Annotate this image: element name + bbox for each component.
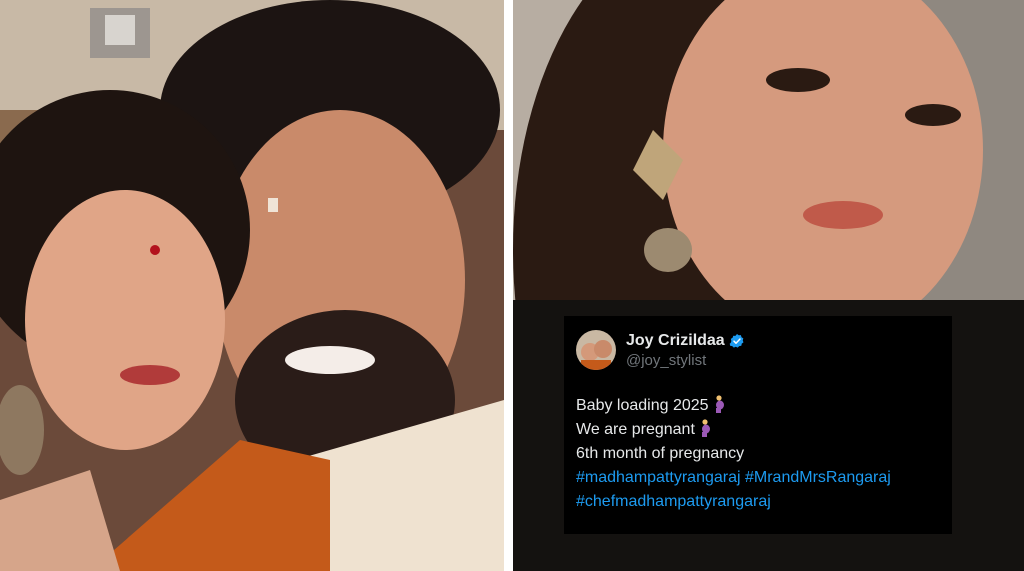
pregnant-woman-emoji-icon bbox=[701, 419, 710, 437]
tweet-line: Baby loading 2025 bbox=[576, 394, 940, 418]
tweet-user-info: Joy Crizildaa @joy_stylist bbox=[626, 332, 745, 369]
hashtag-link[interactable]: #chefmadhampattyrangaraj bbox=[576, 490, 940, 514]
name-row: Joy Crizildaa bbox=[626, 332, 745, 350]
hashtag-link[interactable]: #madhampattyrangaraj #MrandMrsRangaraj bbox=[576, 466, 940, 490]
tweet-line: 6th month of pregnancy bbox=[576, 445, 745, 462]
tweet-card: Joy Crizildaa @joy_stylist Baby loading … bbox=[564, 316, 952, 534]
avatar[interactable] bbox=[576, 330, 616, 370]
verified-badge-icon bbox=[729, 333, 744, 348]
display-name[interactable]: Joy Crizildaa bbox=[626, 332, 725, 350]
user-handle[interactable]: @joy_stylist bbox=[626, 352, 745, 369]
tweet-text: Baby loading 2025 We are pregnant 6th mo… bbox=[576, 394, 940, 514]
photo-divider bbox=[504, 0, 513, 571]
tweet-line: We are pregnant bbox=[576, 418, 940, 442]
tweet-header: Joy Crizildaa @joy_stylist bbox=[576, 330, 940, 370]
couple-selfie-photo bbox=[0, 0, 504, 571]
pregnant-woman-emoji-icon bbox=[715, 395, 724, 413]
